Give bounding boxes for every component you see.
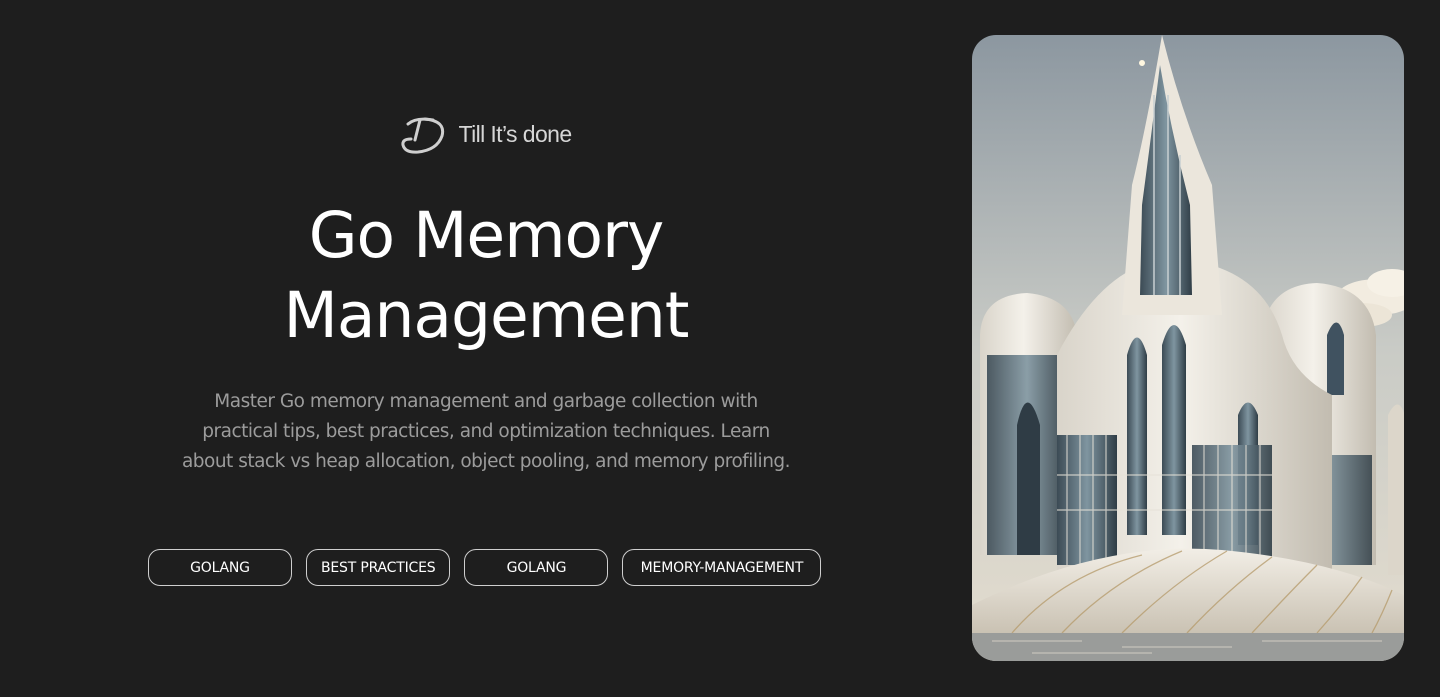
page-title-line: Go Memory xyxy=(308,199,665,272)
brand-name: Till It’s done xyxy=(458,120,572,147)
futuristic-cathedral-image xyxy=(972,35,1404,661)
tag-best-practices[interactable]: BEST PRACTICES xyxy=(306,549,451,586)
tag-list: GOLANG BEST PRACTICES GOLANG MEMORY-MANA… xyxy=(148,549,822,586)
tag-golang[interactable]: GOLANG xyxy=(464,549,609,586)
td-monogram-icon xyxy=(401,117,445,154)
description-line: Master Go memory management and garbage … xyxy=(214,391,758,412)
description-line: about stack vs heap allocation, object p… xyxy=(181,451,791,472)
page-title-line: Management xyxy=(283,279,689,352)
hero-content: Till It’s done Go Memory Management Mast… xyxy=(140,0,832,697)
page-title: Go Memory Management xyxy=(140,196,832,356)
brand[interactable]: Till It’s done xyxy=(140,112,832,156)
page-description: Master Go memory management and garbage … xyxy=(140,387,832,477)
description-line: practical tips, best practices, and opti… xyxy=(202,421,770,442)
tag-golang[interactable]: GOLANG xyxy=(148,549,292,586)
tag-memory-management[interactable]: MEMORY-MANAGEMENT xyxy=(622,549,822,586)
hero-image xyxy=(972,35,1404,661)
